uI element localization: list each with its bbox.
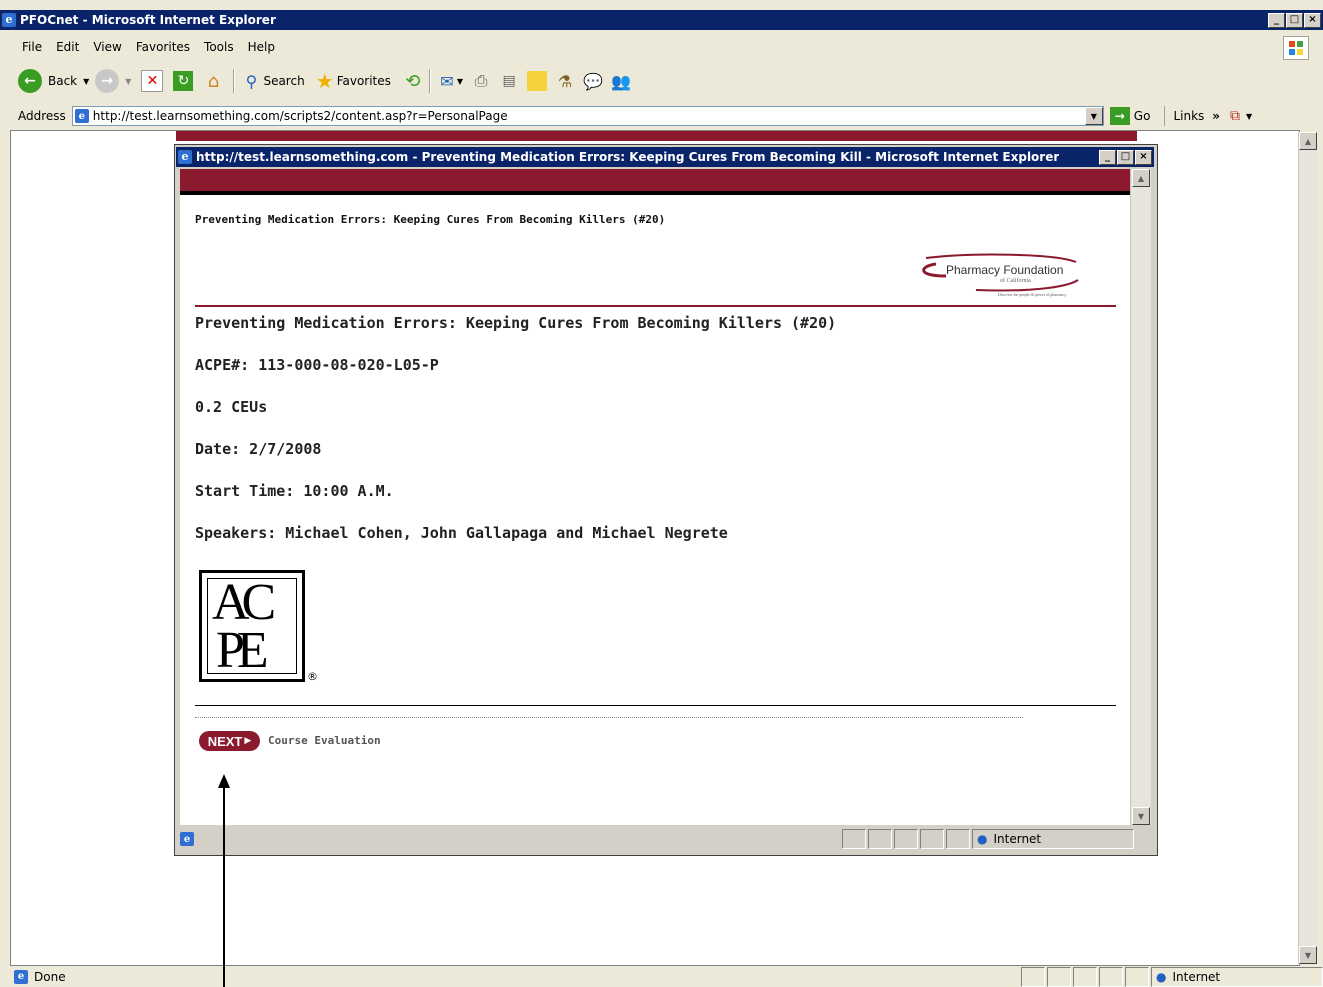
logo-sub: of California: [1000, 278, 1031, 284]
stop-icon[interactable]: ✕: [141, 70, 164, 92]
links-button[interactable]: Links: [1173, 109, 1204, 123]
go-button[interactable]: → Go: [1109, 107, 1151, 125]
back-dropdown-icon[interactable]: ▼: [83, 77, 89, 86]
course-speakers: Speakers: Michael Cohen, John Gallapaga …: [195, 524, 728, 542]
main-scroll-up-button[interactable]: ▲: [1299, 132, 1317, 150]
back-button[interactable]: ← Back ▼: [18, 69, 89, 93]
home-icon[interactable]: ⌂: [203, 71, 223, 92]
mail-icon[interactable]: ✉: [437, 71, 457, 91]
course-title: Preventing Medication Errors: Keeping Cu…: [195, 314, 837, 332]
course-ceus: 0.2 CEUs: [195, 398, 268, 416]
popup-ie-icon: e: [178, 150, 192, 164]
minimize-button[interactable]: _: [1268, 12, 1285, 28]
go-label: Go: [1133, 109, 1151, 123]
address-bar: Address e http://test.learnsomething.com…: [0, 104, 1323, 128]
main-scroll-down-button[interactable]: ▼: [1299, 946, 1317, 964]
footer-divider: [195, 705, 1116, 706]
course-date: Date: 2/7/2008: [195, 440, 322, 458]
popup-titlebar: e http://test.learnsomething.com - Preve…: [176, 147, 1154, 167]
menu-edit[interactable]: Edit: [56, 40, 79, 54]
course-start-time: Start Time: 10:00 A.M.: [195, 482, 394, 500]
research-icon[interactable]: ⚗: [555, 71, 575, 91]
forward-dropdown-icon[interactable]: ▼: [125, 77, 131, 86]
discuss-icon[interactable]: [527, 71, 548, 91]
annotation-arrow: [218, 774, 230, 987]
menu-view[interactable]: View: [93, 40, 121, 54]
links-chevron[interactable]: »: [1212, 109, 1220, 123]
acpe-logo: AC PE ®: [199, 570, 318, 686]
popup-scrollbar[interactable]: ▲ ▼: [1130, 169, 1151, 825]
back-label: Back: [48, 74, 78, 88]
popup-header-band: [180, 169, 1130, 195]
next-button-label: NEXT: [207, 733, 243, 749]
course-evaluation-link[interactable]: Course Evaluation: [268, 734, 381, 747]
forward-arrow-icon: →: [95, 69, 120, 93]
menu-help[interactable]: Help: [248, 40, 275, 54]
toolbar: ← Back ▼ → ▼ ✕ ↻ ⌂ ⚲ Search ★ Favorites …: [18, 66, 1298, 96]
page-icon: e: [74, 109, 89, 123]
favorites-button[interactable]: ★ Favorites: [315, 69, 391, 93]
menu-tools[interactable]: Tools: [204, 40, 234, 54]
menu-bar: File Edit View Favorites Tools Help: [22, 36, 1282, 58]
windows-flag-icon: [1283, 36, 1309, 60]
popup-status-bar: e ● Internet: [176, 828, 1154, 850]
favorites-label: Favorites: [336, 74, 391, 88]
popup-scroll-down-button[interactable]: ▼: [1132, 807, 1150, 825]
popup-window-title: http://test.learnsomething.com - Prevent…: [196, 150, 1060, 164]
ie-icon: e: [2, 13, 16, 27]
acpe-letters-bottom: PE: [216, 622, 269, 679]
history-icon[interactable]: ⟲: [403, 71, 423, 92]
main-window-title: PFOCnet - Microsoft Internet Explorer: [20, 13, 276, 27]
popup-globe-icon: ●: [977, 832, 988, 846]
logo-tagline: Discover the people & power of pharmacy: [998, 292, 1067, 297]
close-button[interactable]: ×: [1304, 12, 1321, 28]
address-dropdown-icon[interactable]: ▼: [1084, 107, 1103, 125]
search-label: Search: [263, 74, 305, 88]
registered-mark: ®: [307, 670, 318, 683]
print-icon[interactable]: ⎙: [471, 71, 491, 91]
acrobat-icon[interactable]: ⧉: [1230, 108, 1240, 124]
main-status-bar: e Done ● Internet: [0, 966, 1323, 987]
mail-dropdown-icon[interactable]: ▼: [457, 77, 463, 86]
dotted-divider: [195, 717, 1023, 718]
header-divider: [195, 305, 1116, 307]
back-arrow-icon: ←: [18, 69, 42, 93]
popup-minimize-button[interactable]: _: [1099, 149, 1116, 165]
status-page-icon: e: [14, 969, 28, 984]
refresh-icon[interactable]: ↻: [173, 71, 194, 91]
course-acpe-number: ACPE#: 113-000-08-020-L05-P: [195, 356, 439, 374]
popup-status-page-icon: e: [180, 832, 194, 846]
pharmacy-foundation-logo: Pharmacy Foundation of California Discov…: [916, 250, 1102, 302]
logo-name: Pharmacy Foundation: [946, 263, 1064, 277]
globe-icon: ●: [1156, 969, 1167, 984]
popup-maximize-button[interactable]: □: [1117, 149, 1134, 165]
background-page-strip: [176, 131, 1137, 141]
popup-scroll-up-button[interactable]: ▲: [1132, 169, 1150, 187]
header-title: Preventing Medication Errors: Keeping Cu…: [195, 213, 666, 226]
acrobat-dropdown-icon[interactable]: ▼: [1246, 112, 1252, 121]
users-icon[interactable]: 👥: [611, 71, 631, 91]
popup-status-zone: ● Internet: [972, 829, 1134, 849]
next-button[interactable]: NEXT ▶: [199, 731, 260, 751]
address-label: Address: [18, 109, 66, 123]
search-button[interactable]: ⚲ Search: [241, 71, 305, 91]
menu-favorites[interactable]: Favorites: [136, 40, 190, 54]
star-icon: ★: [315, 69, 334, 93]
address-input[interactable]: e http://test.learnsomething.com/scripts…: [71, 106, 1104, 126]
play-icon: ▶: [244, 736, 252, 746]
main-scrollbar[interactable]: ▲ ▼: [1298, 132, 1317, 964]
search-icon: ⚲: [245, 71, 258, 91]
popup-close-button[interactable]: ×: [1135, 149, 1152, 165]
forward-button[interactable]: → ▼: [95, 69, 131, 93]
address-url: http://test.learnsomething.com/scripts2/…: [92, 109, 508, 123]
status-zone: ● Internet: [1151, 966, 1323, 987]
menu-file[interactable]: File: [22, 40, 42, 54]
edit-icon[interactable]: ▤: [499, 71, 519, 91]
go-arrow-icon: →: [1109, 107, 1130, 125]
maximize-button[interactable]: □: [1286, 12, 1303, 28]
status-text: Done: [34, 969, 66, 984]
main-titlebar: e PFOCnet - Microsoft Internet Explorer …: [0, 10, 1323, 30]
messenger-icon[interactable]: 💬: [583, 71, 603, 91]
